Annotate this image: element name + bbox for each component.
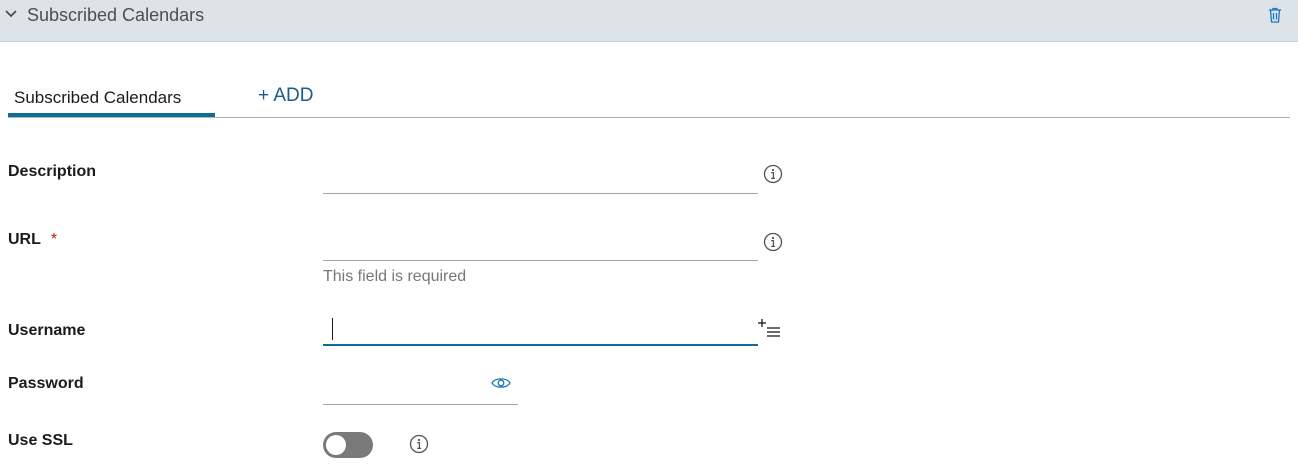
- section-header: Subscribed Calendars: [0, 0, 1298, 42]
- text-cursor: [332, 318, 333, 340]
- url-field[interactable]: [323, 235, 758, 261]
- url-error-message: This field is required: [323, 268, 467, 285]
- info-icon[interactable]: [763, 164, 783, 184]
- username-label: Username: [8, 322, 86, 339]
- info-icon[interactable]: [763, 232, 783, 252]
- section-title: Subscribed Calendars: [27, 5, 205, 25]
- url-label: URL *: [8, 231, 58, 248]
- toggle-knob: [326, 435, 346, 455]
- info-icon[interactable]: [409, 434, 429, 454]
- add-tab-button[interactable]: + ADD: [258, 85, 313, 107]
- tab-bar: Subscribed Calendars + ADD: [8, 80, 1290, 118]
- password-label: Password: [8, 375, 84, 392]
- username-field[interactable]: [323, 320, 758, 346]
- tab-label: Subscribed Calendars: [14, 88, 182, 107]
- insert-variable-icon[interactable]: [758, 318, 782, 340]
- eye-icon[interactable]: [491, 376, 511, 390]
- chevron-down-icon[interactable]: [4, 8, 18, 20]
- description-field[interactable]: [323, 168, 758, 194]
- use-ssl-toggle[interactable]: [323, 432, 373, 458]
- required-asterisk: *: [50, 231, 58, 248]
- password-field[interactable]: [323, 379, 518, 405]
- trash-icon[interactable]: [1266, 6, 1284, 24]
- description-label: Description: [8, 163, 97, 180]
- tab-subscribed-calendars[interactable]: Subscribed Calendars: [8, 80, 215, 117]
- use-ssl-label: Use SSL: [8, 432, 73, 449]
